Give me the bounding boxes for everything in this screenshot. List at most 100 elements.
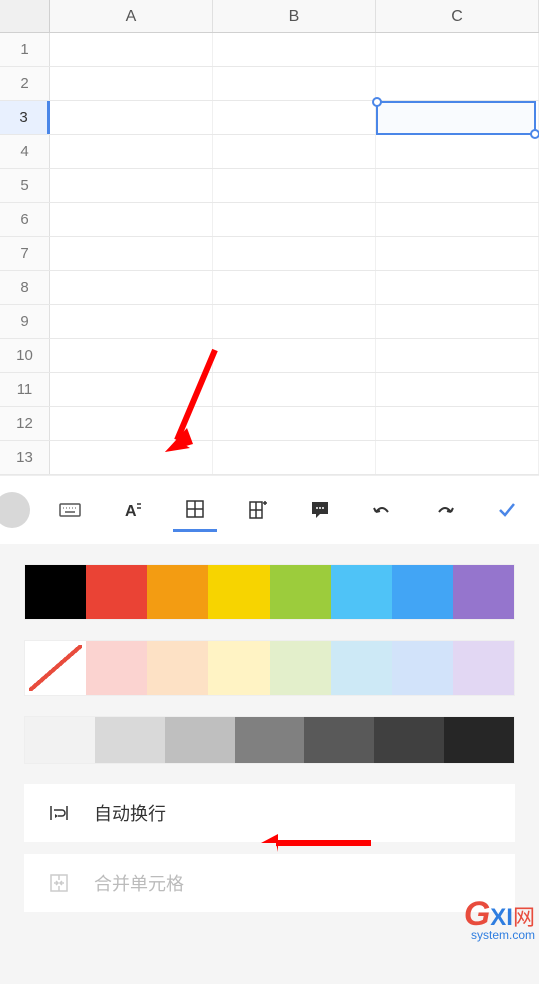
- color-swatch[interactable]: [165, 717, 235, 763]
- row-header[interactable]: 8: [0, 271, 50, 304]
- cell[interactable]: [376, 271, 539, 304]
- cell[interactable]: [376, 237, 539, 270]
- cell[interactable]: [213, 135, 376, 168]
- color-swatch[interactable]: [25, 717, 95, 763]
- row-header[interactable]: 13: [0, 441, 50, 474]
- undo-button[interactable]: [360, 488, 404, 532]
- cell[interactable]: [376, 169, 539, 202]
- grid-row[interactable]: 4: [0, 135, 539, 169]
- cell[interactable]: [376, 101, 539, 134]
- row-header[interactable]: 6: [0, 203, 50, 236]
- spreadsheet-grid[interactable]: A B C 12345678910111213: [0, 0, 539, 475]
- color-swatch[interactable]: [270, 641, 331, 695]
- row-header[interactable]: 9: [0, 305, 50, 338]
- grid-row[interactable]: 3: [0, 101, 539, 135]
- color-swatch[interactable]: [453, 565, 514, 619]
- cell[interactable]: [50, 67, 213, 100]
- cell[interactable]: [376, 339, 539, 372]
- color-swatch[interactable]: [444, 717, 514, 763]
- cell[interactable]: [213, 101, 376, 134]
- col-header-b[interactable]: B: [213, 0, 376, 32]
- row-header[interactable]: 1: [0, 33, 50, 66]
- grid-row[interactable]: 2: [0, 67, 539, 101]
- cell[interactable]: [213, 373, 376, 406]
- cell[interactable]: [213, 305, 376, 338]
- cell[interactable]: [50, 203, 213, 236]
- color-swatch[interactable]: [147, 641, 208, 695]
- cell[interactable]: [213, 237, 376, 270]
- col-header-c[interactable]: C: [376, 0, 539, 32]
- row-header[interactable]: 12: [0, 407, 50, 440]
- grid-row[interactable]: 12: [0, 407, 539, 441]
- row-header[interactable]: 3: [0, 101, 50, 134]
- color-swatch[interactable]: [270, 565, 331, 619]
- grid-row[interactable]: 13: [0, 441, 539, 475]
- color-swatch[interactable]: [95, 717, 165, 763]
- grid-row[interactable]: 1: [0, 33, 539, 67]
- cell[interactable]: [213, 169, 376, 202]
- color-swatch[interactable]: [208, 641, 269, 695]
- grid-row[interactable]: 9: [0, 305, 539, 339]
- cell[interactable]: [213, 67, 376, 100]
- row-header[interactable]: 10: [0, 339, 50, 372]
- grid-row[interactable]: 11: [0, 373, 539, 407]
- cell[interactable]: [376, 305, 539, 338]
- cell-format-button[interactable]: [173, 488, 217, 532]
- cell[interactable]: [50, 237, 213, 270]
- grid-row[interactable]: 6: [0, 203, 539, 237]
- grid-row[interactable]: 8: [0, 271, 539, 305]
- cell[interactable]: [376, 135, 539, 168]
- grid-row[interactable]: 10: [0, 339, 539, 373]
- cell[interactable]: [376, 407, 539, 440]
- cell[interactable]: [50, 169, 213, 202]
- color-swatch[interactable]: [147, 565, 208, 619]
- keyboard-button[interactable]: [48, 488, 92, 532]
- cell[interactable]: [376, 373, 539, 406]
- cell[interactable]: [213, 407, 376, 440]
- assist-button[interactable]: [0, 492, 30, 528]
- color-swatch[interactable]: [86, 641, 147, 695]
- cell[interactable]: [213, 203, 376, 236]
- color-swatch[interactable]: [25, 565, 86, 619]
- cell[interactable]: [50, 373, 213, 406]
- comment-button[interactable]: [298, 488, 342, 532]
- color-swatch[interactable]: [86, 565, 147, 619]
- color-swatch[interactable]: [453, 641, 514, 695]
- cell[interactable]: [50, 135, 213, 168]
- cell[interactable]: [213, 271, 376, 304]
- select-all-corner[interactable]: [0, 0, 50, 32]
- cell[interactable]: [50, 441, 213, 474]
- col-header-a[interactable]: A: [50, 0, 213, 32]
- row-header[interactable]: 11: [0, 373, 50, 406]
- row-header[interactable]: 4: [0, 135, 50, 168]
- color-swatch[interactable]: [331, 565, 392, 619]
- cell[interactable]: [213, 33, 376, 66]
- cell[interactable]: [376, 203, 539, 236]
- color-swatch[interactable]: [331, 641, 392, 695]
- merge-cells-option[interactable]: 合并单元格: [24, 854, 515, 912]
- insert-button[interactable]: [236, 488, 280, 532]
- row-header[interactable]: 7: [0, 237, 50, 270]
- cell[interactable]: [50, 101, 213, 134]
- cell[interactable]: [376, 33, 539, 66]
- font-format-button[interactable]: A: [111, 488, 155, 532]
- cell[interactable]: [50, 305, 213, 338]
- cell[interactable]: [50, 339, 213, 372]
- cell[interactable]: [213, 339, 376, 372]
- cell[interactable]: [376, 441, 539, 474]
- grid-row[interactable]: 5: [0, 169, 539, 203]
- cell[interactable]: [50, 407, 213, 440]
- cell[interactable]: [50, 271, 213, 304]
- wrap-text-option[interactable]: 自动换行: [24, 784, 515, 842]
- row-header[interactable]: 5: [0, 169, 50, 202]
- color-swatch[interactable]: [392, 641, 453, 695]
- grid-row[interactable]: 7: [0, 237, 539, 271]
- cell[interactable]: [50, 33, 213, 66]
- cell[interactable]: [213, 441, 376, 474]
- cell[interactable]: [376, 67, 539, 100]
- color-swatch[interactable]: [392, 565, 453, 619]
- color-swatch[interactable]: [208, 565, 269, 619]
- color-swatch[interactable]: [25, 641, 86, 695]
- row-header[interactable]: 2: [0, 67, 50, 100]
- color-swatch[interactable]: [235, 717, 305, 763]
